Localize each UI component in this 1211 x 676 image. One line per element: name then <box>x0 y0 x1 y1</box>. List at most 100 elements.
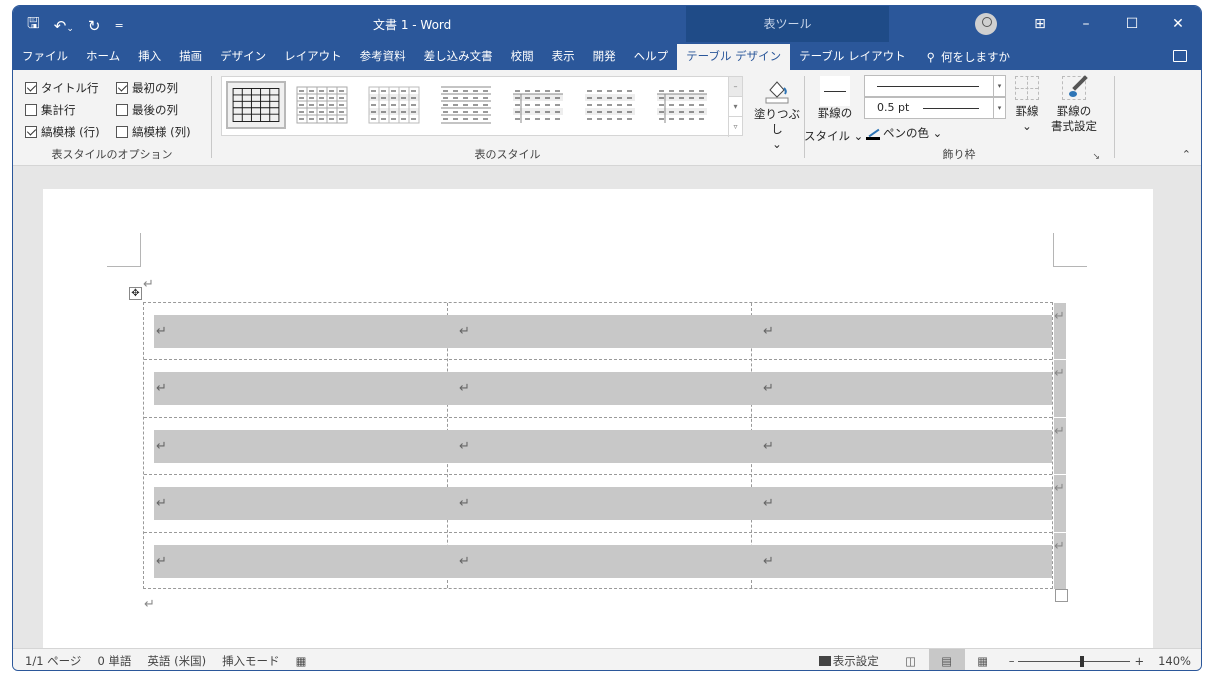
table-row[interactable]: ↵ ↵ ↵ ↵ <box>144 475 1066 533</box>
borders-button[interactable]: 罫線 ⌄ <box>1012 76 1042 134</box>
tab-draw[interactable]: 描画 <box>170 44 211 70</box>
macro-recording-icon[interactable]: ▦ <box>288 654 315 668</box>
checkbox-box[interactable] <box>116 104 128 116</box>
insert-mode[interactable]: 挿入モード <box>214 653 288 669</box>
language[interactable]: 英語 (米国) <box>139 653 214 669</box>
zoom-track[interactable] <box>1018 655 1131 667</box>
checkbox-total-row[interactable]: 集計行 <box>25 102 76 118</box>
gallery-scroll-down[interactable]: ▾ <box>729 97 742 117</box>
tab-design[interactable]: デザイン <box>211 44 275 70</box>
pen-color-button[interactable]: ペンの色 ⌄ <box>866 126 942 141</box>
zoom-level[interactable]: 140% <box>1158 654 1191 668</box>
gallery-scroll-up[interactable]: – <box>729 77 742 97</box>
tab-help[interactable]: ヘルプ <box>625 44 678 70</box>
table-style-plain-shaded[interactable] <box>580 81 640 129</box>
table-style-shaded-grid[interactable] <box>364 81 424 129</box>
tab-table-layout[interactable]: テーブル レイアウト <box>790 44 914 70</box>
table-cell[interactable]: ↵ <box>457 430 470 463</box>
tab-insert[interactable]: 挿入 <box>129 44 170 70</box>
zoom-out-button[interactable]: – <box>1009 654 1015 668</box>
checkbox-header-row[interactable]: タイトル行 <box>25 80 99 96</box>
table-move-handle[interactable]: ✥ <box>129 287 142 300</box>
table-style-grid[interactable] <box>226 81 286 129</box>
tab-layout[interactable]: レイアウト <box>275 44 351 70</box>
zoom-slider[interactable]: – + <box>1009 654 1144 668</box>
tab-view[interactable]: 表示 <box>543 44 584 70</box>
tell-me-search[interactable]: ⚲ 何をしますか <box>915 44 1022 70</box>
maximize-button[interactable]: ☐ <box>1109 16 1155 32</box>
table-row[interactable]: ↵ ↵ ↵ ↵ <box>144 417 1066 476</box>
checkbox-label: 最後の列 <box>132 103 178 117</box>
web-layout-button[interactable]: ▦ <box>965 649 1001 670</box>
checkbox-box[interactable] <box>25 82 37 94</box>
read-mode-button[interactable]: ◫ <box>893 649 929 670</box>
table-style-light-grid[interactable] <box>292 81 352 129</box>
table-cell[interactable]: ↵ <box>761 487 774 520</box>
border-styles-label-2[interactable]: スタイル ⌄ <box>804 129 863 144</box>
gallery-expand[interactable]: ▿ <box>729 117 742 137</box>
save-icon[interactable]: 🖫 <box>27 13 40 38</box>
table-cell[interactable]: ↵ <box>457 315 470 348</box>
redo-icon[interactable]: ↻ <box>88 17 101 35</box>
border-painter-button[interactable]: 罫線の 書式設定 <box>1047 75 1101 134</box>
collapse-ribbon-button[interactable]: ⌃ <box>1182 148 1191 161</box>
table-cell[interactable]: ↵ <box>154 372 167 405</box>
table-style-header-column[interactable] <box>652 81 712 129</box>
table-cell[interactable]: ↵ <box>761 372 774 405</box>
tab-home[interactable]: ホーム <box>77 44 129 70</box>
zoom-thumb[interactable] <box>1080 655 1085 667</box>
table-cell[interactable]: ↵ <box>154 545 167 578</box>
vertical-scrollbar[interactable] <box>1153 167 1201 648</box>
border-styles-button[interactable]: 罫線の <box>814 76 856 121</box>
table-cell[interactable]: ↵ <box>154 315 167 348</box>
checkbox-first-column[interactable]: 最初の列 <box>116 80 178 96</box>
shading-button[interactable]: 塗りつぶし ⌄ <box>752 76 802 152</box>
table-cell[interactable]: ↵ <box>761 430 774 463</box>
tab-file[interactable]: ファイル <box>13 44 77 70</box>
table-style-horizontal-lines[interactable] <box>436 81 496 129</box>
account-avatar[interactable] <box>975 13 997 35</box>
display-settings-button[interactable]: 表示設定 <box>818 653 879 669</box>
table[interactable]: ↵ ↵ ↵ ↵ ↵ ↵ ↵ ↵ ↵ ↵ ↵ ↵ ↵ ↵ ↵ ↵ ↵ ↵ ↵ ↵ <box>143 302 1066 590</box>
table-row[interactable]: ↵ ↵ ↵ ↵ <box>144 532 1066 590</box>
checkbox-box[interactable] <box>116 126 128 138</box>
table-cell[interactable]: ↵ <box>761 315 774 348</box>
comments-icon[interactable] <box>1173 50 1187 62</box>
table-cell[interactable]: ↵ <box>457 487 470 520</box>
checkbox-box[interactable] <box>25 126 37 138</box>
word-count[interactable]: 0 単語 <box>89 653 139 669</box>
table-cell[interactable]: ↵ <box>154 487 167 520</box>
undo-icon[interactable]: ↶⌄ <box>54 17 74 35</box>
table-cell[interactable]: ↵ <box>457 545 470 578</box>
tell-me-label: 何をしますか <box>941 50 1011 64</box>
tab-developer[interactable]: 開発 <box>584 44 625 70</box>
group-label: 飾り枠 <box>942 148 976 161</box>
table-cell[interactable]: ↵ <box>761 545 774 578</box>
tab-table-design[interactable]: テーブル デザイン <box>677 44 791 70</box>
zoom-in-button[interactable]: + <box>1134 654 1144 668</box>
line-weight-dropdown[interactable]: 0.5 pt ▾ <box>864 97 1006 119</box>
chevron-down-icon: ▾ <box>993 76 1005 96</box>
tab-review[interactable]: 校閲 <box>502 44 543 70</box>
checkbox-banded-rows[interactable]: 縞模様 (行) <box>25 124 100 140</box>
ribbon-display-options-icon[interactable]: ⊞ <box>1017 16 1063 32</box>
checkbox-box[interactable] <box>25 104 37 116</box>
table-cell[interactable]: ↵ <box>154 430 167 463</box>
table-cell[interactable]: ↵ <box>457 372 470 405</box>
print-layout-button[interactable]: ▤ <box>928 649 965 670</box>
checkbox-banded-columns[interactable]: 縞模様 (列) <box>116 124 191 140</box>
tab-references[interactable]: 参考資料 <box>351 44 415 70</box>
close-button[interactable]: ✕ <box>1155 16 1201 32</box>
checkbox-last-column[interactable]: 最後の列 <box>116 102 178 118</box>
table-resize-handle[interactable] <box>1055 589 1068 602</box>
dialog-launcher-icon[interactable]: ↘ <box>1092 152 1100 162</box>
table-row[interactable]: ↵ ↵ ↵ ↵ <box>144 360 1066 418</box>
line-style-dropdown[interactable]: ▾ <box>864 75 1006 97</box>
minimize-button[interactable]: – <box>1063 16 1109 32</box>
tab-mailings[interactable]: 差し込み文書 <box>415 44 502 70</box>
customize-qat-icon[interactable]: = <box>114 19 123 32</box>
page-count[interactable]: 1/1 ページ <box>13 653 89 669</box>
checkbox-box[interactable] <box>116 82 128 94</box>
table-row[interactable]: ↵ ↵ ↵ ↵ <box>144 303 1066 361</box>
table-style-first-column[interactable] <box>508 81 568 129</box>
